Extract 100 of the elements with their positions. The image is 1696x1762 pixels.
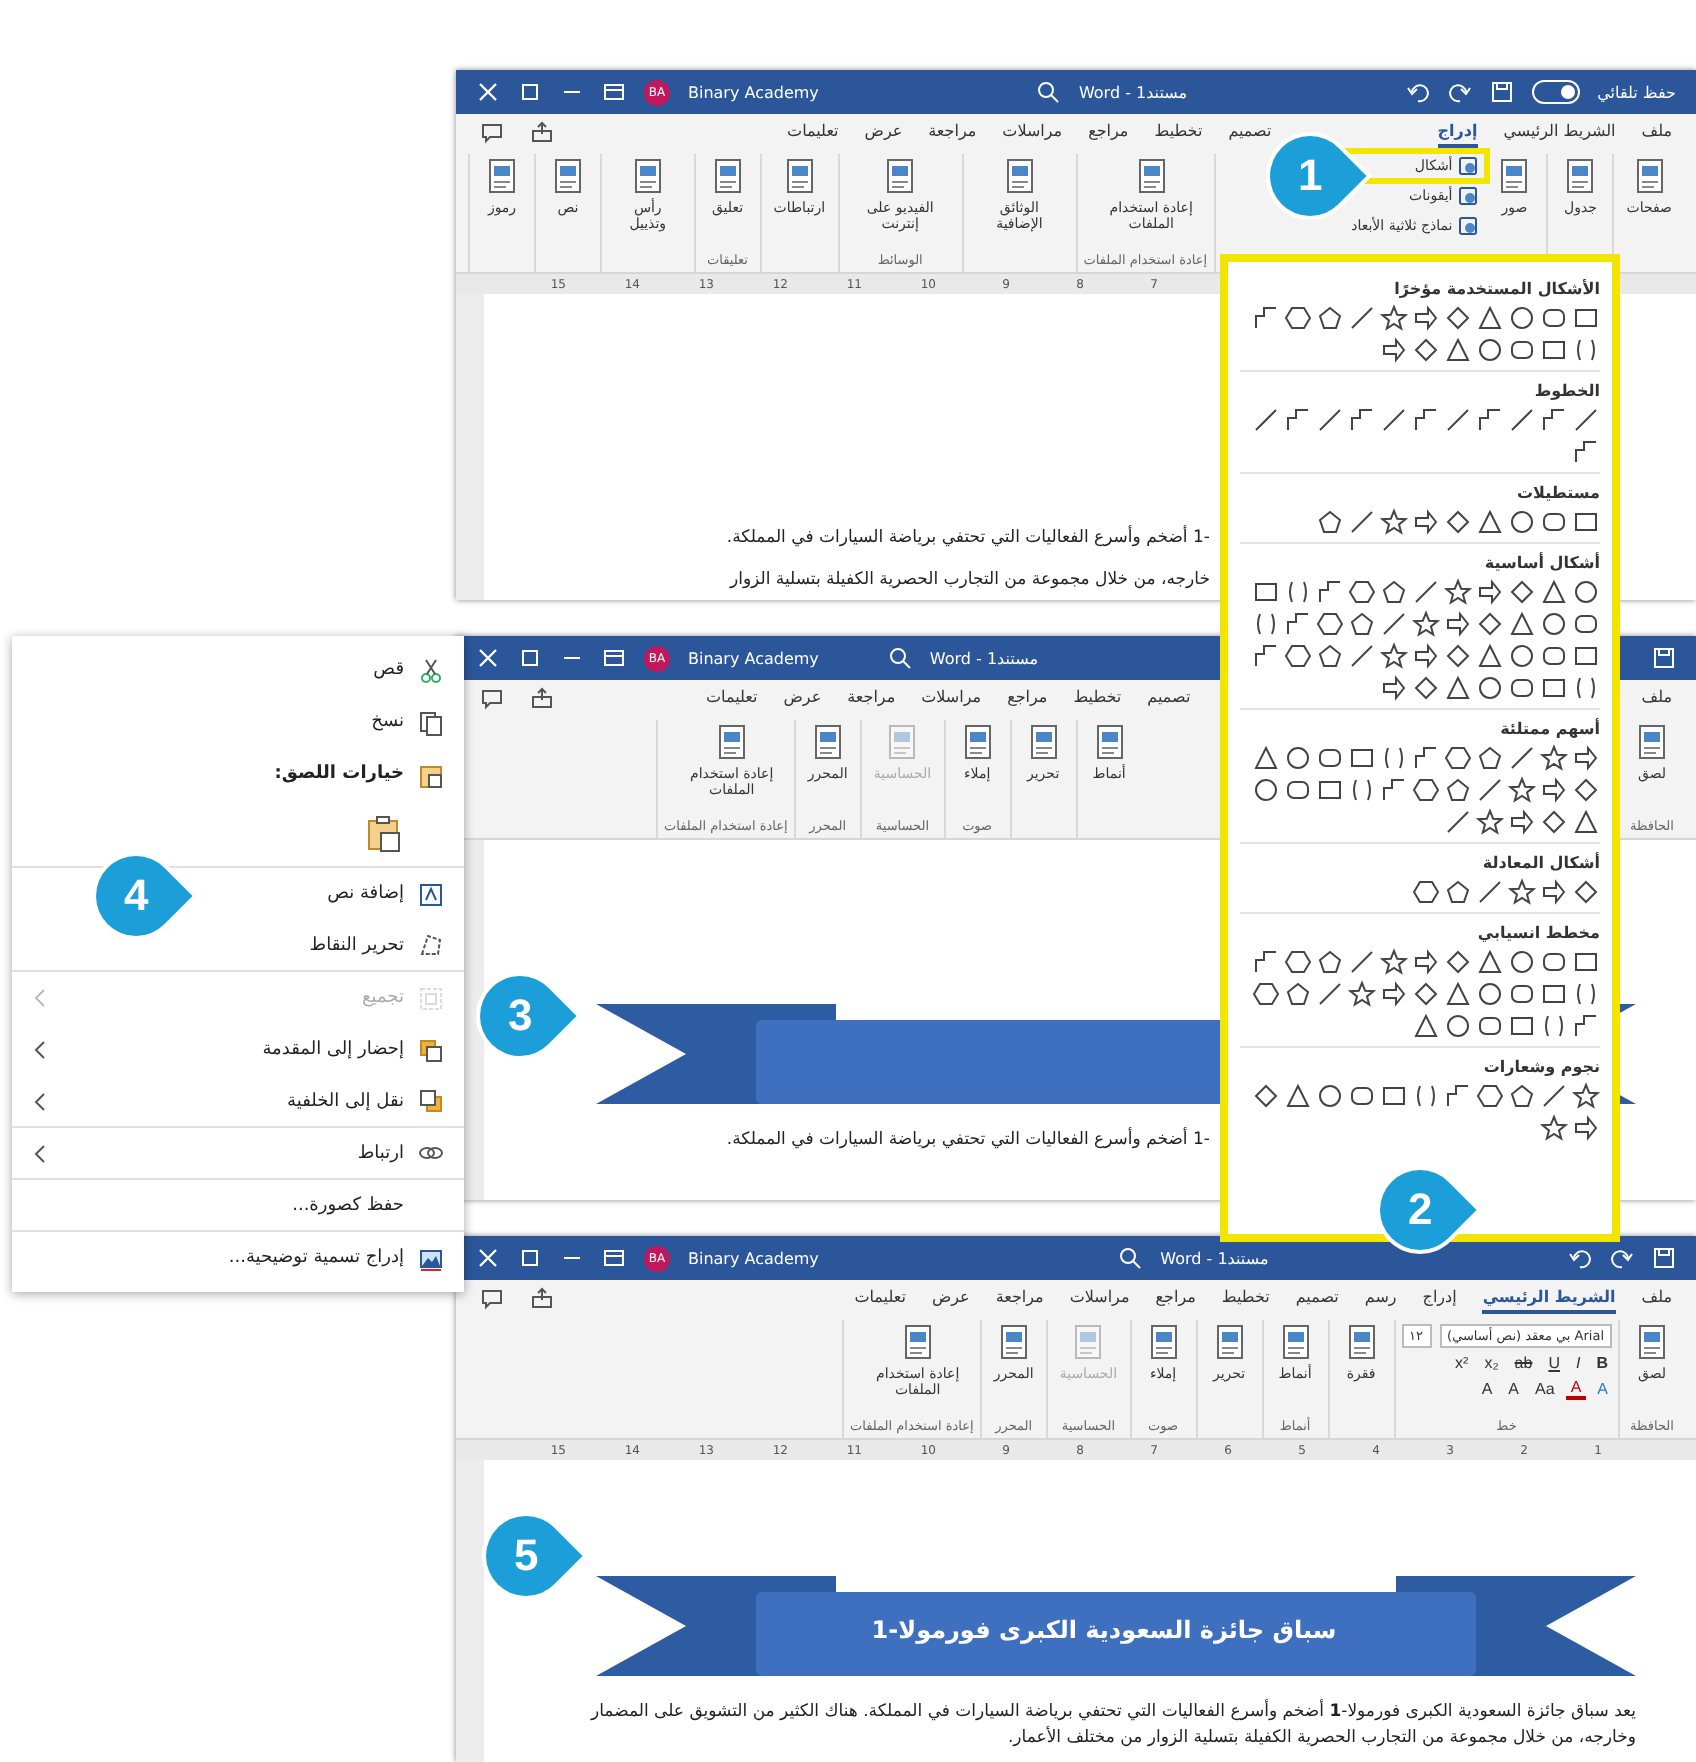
shape-icon[interactable] [1572, 744, 1600, 772]
shape-icon[interactable] [1380, 610, 1408, 638]
shape-icon[interactable] [1540, 948, 1568, 976]
shape-icon[interactable] [1508, 948, 1536, 976]
shape-icon[interactable] [1348, 406, 1376, 434]
shape-icon[interactable] [1540, 808, 1568, 836]
shape-icon[interactable] [1444, 304, 1472, 332]
shape-icon[interactable] [1412, 878, 1440, 906]
shape-icon[interactable] [1572, 406, 1600, 434]
shape-icon[interactable] [1444, 642, 1472, 670]
shape-icon[interactable] [1412, 1012, 1440, 1040]
grow-font-button[interactable]: A [1504, 1380, 1524, 1398]
shape-icon[interactable] [1476, 642, 1504, 670]
shape-icon[interactable] [1252, 642, 1280, 670]
shape-icon[interactable] [1572, 610, 1600, 638]
shape-icon[interactable] [1444, 808, 1472, 836]
shape-icon[interactable] [1284, 642, 1312, 670]
shape-icon[interactable] [1508, 776, 1536, 804]
shape-icon[interactable] [1316, 776, 1344, 804]
ribbon-tab[interactable]: تعليمات [854, 1283, 906, 1313]
shape-icon[interactable] [1476, 336, 1504, 364]
ribbon-tab[interactable]: مراجعة [995, 1283, 1044, 1313]
search-icon[interactable] [1118, 1246, 1143, 1270]
ribbon-tab[interactable]: مراسلات [921, 683, 982, 713]
shape-icon[interactable] [1380, 776, 1408, 804]
ribbon-tab[interactable]: تصميم [1295, 1283, 1339, 1313]
shape-icon[interactable] [1572, 304, 1600, 332]
shape-icon[interactable] [1508, 674, 1536, 702]
shape-icon[interactable] [1476, 1082, 1504, 1110]
menu-item[interactable]: نقل إلى الخلفية [287, 1091, 404, 1111]
ribbon-tab[interactable]: عرض [783, 683, 822, 713]
shape-icon[interactable] [1476, 744, 1504, 772]
redo-icon[interactable] [1610, 1246, 1634, 1270]
search-icon[interactable] [1036, 80, 1061, 104]
menu-item[interactable]: إحضار إلى المقدمة [262, 1040, 404, 1060]
shape-icon[interactable] [1316, 642, 1344, 670]
shape-icon[interactable] [1412, 578, 1440, 606]
shape-icon[interactable] [1444, 610, 1472, 638]
shape-icon[interactable] [1316, 508, 1344, 536]
shape-icon[interactable] [1412, 776, 1440, 804]
ribbon-tab[interactable]: مراجع [1088, 117, 1129, 147]
ribbon-tab[interactable]: تصميم [1147, 683, 1191, 713]
shape-icon[interactable] [1252, 1082, 1280, 1110]
shape-icon[interactable] [1444, 578, 1472, 606]
shape-icon[interactable] [1476, 980, 1504, 1008]
menu-item[interactable]: قص [373, 660, 404, 680]
shape-icon[interactable] [1444, 948, 1472, 976]
shape-icon[interactable] [1252, 578, 1280, 606]
shape-icon[interactable] [1572, 808, 1600, 836]
shrink-font-button[interactable]: A [1477, 1380, 1497, 1398]
shape-icon[interactable] [1348, 508, 1376, 536]
shape-icon[interactable] [1380, 508, 1408, 536]
text-effects-button[interactable]: A [1593, 1380, 1612, 1398]
shape-icon[interactable] [1508, 1012, 1536, 1040]
shape-icon[interactable] [1444, 980, 1472, 1008]
shape-icon[interactable] [1348, 948, 1376, 976]
ribbon-tab[interactable]: تخطيط [1073, 683, 1122, 713]
shape-icon[interactable] [1380, 1082, 1408, 1110]
shape-icon[interactable] [1540, 1082, 1568, 1110]
restore-icon[interactable] [517, 1246, 542, 1270]
shape-icon[interactable] [1540, 980, 1568, 1008]
menu-item[interactable]: نسخ [371, 712, 404, 732]
shape-icon[interactable] [1380, 336, 1408, 364]
shape-icon[interactable] [1380, 406, 1408, 434]
shape-icon[interactable] [1540, 674, 1568, 702]
shape-icon[interactable] [1284, 744, 1312, 772]
shape-icon[interactable] [1316, 578, 1344, 606]
shape-icon[interactable] [1540, 642, 1568, 670]
shape-icon[interactable] [1476, 808, 1504, 836]
shape-icon[interactable] [1252, 610, 1280, 638]
shape-icon[interactable] [1444, 674, 1472, 702]
shape-icon[interactable] [1540, 610, 1568, 638]
shape-icon[interactable] [1284, 304, 1312, 332]
shape-icon[interactable] [1316, 304, 1344, 332]
shape-icon[interactable] [1476, 508, 1504, 536]
shape-icon[interactable] [1316, 406, 1344, 434]
shape-icon[interactable] [1316, 744, 1344, 772]
shape-icon[interactable] [1444, 776, 1472, 804]
shape-icon[interactable] [1572, 980, 1600, 1008]
shape-icon[interactable] [1412, 508, 1440, 536]
shape-icon[interactable] [1508, 744, 1536, 772]
shape-icon[interactable] [1412, 948, 1440, 976]
shape-icon[interactable] [1540, 578, 1568, 606]
shape-icon[interactable] [1444, 336, 1472, 364]
shape-icon[interactable] [1508, 578, 1536, 606]
share-icon[interactable] [530, 120, 554, 144]
shape-icon[interactable] [1316, 980, 1344, 1008]
ribbon-tab[interactable]: مراسلات [1002, 117, 1063, 147]
menu-item[interactable]: تحرير النقاط [309, 935, 404, 955]
shape-icon[interactable] [1444, 1012, 1472, 1040]
ribbon-tab[interactable]: مراجعة [928, 117, 977, 147]
shape-icon[interactable] [1380, 980, 1408, 1008]
shape-icon[interactable] [1412, 610, 1440, 638]
shape-icon[interactable] [1412, 1082, 1440, 1110]
ribbon-tab[interactable]: إدراج [1437, 117, 1478, 147]
shape-icon[interactable] [1476, 610, 1504, 638]
superscript-button[interactable]: x² [1451, 1354, 1473, 1372]
shape-icon[interactable] [1572, 642, 1600, 670]
shape-icon[interactable] [1412, 980, 1440, 1008]
shape-icon[interactable] [1444, 406, 1472, 434]
